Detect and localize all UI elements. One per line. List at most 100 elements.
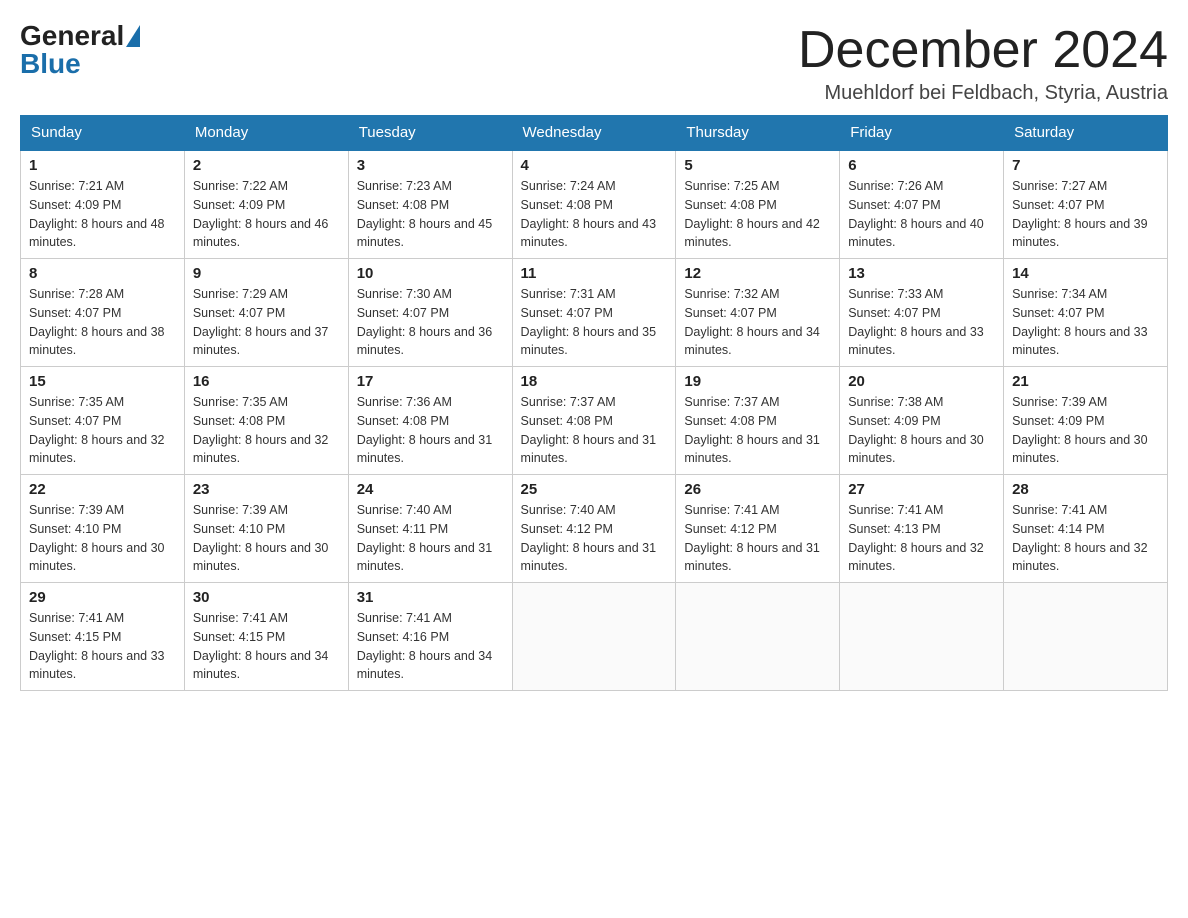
weekday-header-sunday: Sunday	[21, 116, 185, 151]
day-info: Sunrise: 7:31 AMSunset: 4:07 PMDaylight:…	[521, 285, 668, 360]
day-info: Sunrise: 7:41 AMSunset: 4:12 PMDaylight:…	[684, 501, 831, 576]
day-number: 10	[357, 265, 504, 282]
calendar-week-row: 1Sunrise: 7:21 AMSunset: 4:09 PMDaylight…	[21, 150, 1168, 259]
logo-triangle-icon	[126, 25, 140, 47]
calendar-week-row: 15 Sunrise: 7:35 AMSunset: 4:07 PMDayligh…	[21, 367, 1168, 475]
day-number: 21	[1012, 373, 1159, 390]
calendar-day-cell: 15 Sunrise: 7:35 AMSunset: 4:07 PMDayligh…	[21, 367, 185, 475]
weekday-header-thursday: Thursday	[676, 116, 840, 151]
day-info: Sunrise: 7:28 AMSunset: 4:07 PMDaylight:…	[29, 285, 176, 360]
day-info: Sunrise: 7:37 AMSunset: 4:08 PMDaylight:…	[521, 393, 668, 468]
calendar-day-cell: 18 Sunrise: 7:37 AMSunset: 4:08 PMDayligh…	[512, 367, 676, 475]
calendar-day-cell: 13 Sunrise: 7:33 AMSunset: 4:07 PMDayligh…	[840, 259, 1004, 367]
day-number: 8	[29, 265, 176, 282]
calendar-day-cell: 29Sunrise: 7:41 AMSunset: 4:15 PMDayligh…	[21, 583, 185, 691]
day-info: Sunrise: 7:26 AMSunset: 4:07 PMDaylight:…	[848, 177, 995, 252]
calendar-day-cell: 3 Sunrise: 7:23 AMSunset: 4:08 PMDaylight…	[348, 150, 512, 259]
calendar-day-cell: 9 Sunrise: 7:29 AMSunset: 4:07 PMDaylight…	[184, 259, 348, 367]
day-info: Sunrise: 7:32 AMSunset: 4:07 PMDaylight:…	[684, 285, 831, 360]
day-number: 3	[357, 157, 504, 174]
day-number: 17	[357, 373, 504, 390]
day-info: Sunrise: 7:23 AMSunset: 4:08 PMDaylight:…	[357, 177, 504, 252]
calendar-day-cell: 31 Sunrise: 7:41 AMSunset: 4:16 PMDayligh…	[348, 583, 512, 691]
calendar-week-row: 29Sunrise: 7:41 AMSunset: 4:15 PMDayligh…	[21, 583, 1168, 691]
weekday-header-monday: Monday	[184, 116, 348, 151]
weekday-header-saturday: Saturday	[1004, 116, 1168, 151]
calendar-day-cell: 10 Sunrise: 7:30 AMSunset: 4:07 PMDayligh…	[348, 259, 512, 367]
calendar-day-cell: 19 Sunrise: 7:37 AMSunset: 4:08 PMDayligh…	[676, 367, 840, 475]
day-info: Sunrise: 7:25 AMSunset: 4:08 PMDaylight:…	[684, 177, 831, 252]
calendar-day-cell: 20 Sunrise: 7:38 AMSunset: 4:09 PMDayligh…	[840, 367, 1004, 475]
calendar-day-cell: 25 Sunrise: 7:40 AMSunset: 4:12 PMDayligh…	[512, 475, 676, 583]
day-info: Sunrise: 7:39 AMSunset: 4:09 PMDaylight:…	[1012, 393, 1159, 468]
calendar-week-row: 22 Sunrise: 7:39 AMSunset: 4:10 PMDayligh…	[21, 475, 1168, 583]
day-info: Sunrise: 7:41 AMSunset: 4:14 PMDaylight:…	[1012, 501, 1159, 576]
location-subtitle: Muehldorf bei Feldbach, Styria, Austria	[798, 82, 1168, 105]
day-info: Sunrise: 7:35 AMSunset: 4:08 PMDaylight:…	[193, 393, 340, 468]
day-info: Sunrise: 7:29 AMSunset: 4:07 PMDaylight:…	[193, 285, 340, 360]
calendar-day-cell: 7Sunrise: 7:27 AMSunset: 4:07 PMDaylight…	[1004, 150, 1168, 259]
day-info: Sunrise: 7:36 AMSunset: 4:08 PMDaylight:…	[357, 393, 504, 468]
day-number: 24	[357, 481, 504, 498]
weekday-header-tuesday: Tuesday	[348, 116, 512, 151]
day-info: Sunrise: 7:40 AMSunset: 4:12 PMDaylight:…	[521, 501, 668, 576]
calendar-day-cell: 11 Sunrise: 7:31 AMSunset: 4:07 PMDayligh…	[512, 259, 676, 367]
day-info: Sunrise: 7:30 AMSunset: 4:07 PMDaylight:…	[357, 285, 504, 360]
day-number: 23	[193, 481, 340, 498]
page-header: General Blue December 2024 Muehldorf bei…	[20, 20, 1168, 105]
day-number: 6	[848, 157, 995, 174]
calendar-day-cell: 4Sunrise: 7:24 AMSunset: 4:08 PMDaylight…	[512, 150, 676, 259]
day-number: 22	[29, 481, 176, 498]
day-number: 25	[521, 481, 668, 498]
day-number: 11	[521, 265, 668, 282]
day-number: 27	[848, 481, 995, 498]
calendar-day-cell	[1004, 583, 1168, 691]
day-number: 7	[1012, 157, 1159, 174]
day-info: Sunrise: 7:37 AMSunset: 4:08 PMDaylight:…	[684, 393, 831, 468]
calendar-week-row: 8 Sunrise: 7:28 AMSunset: 4:07 PMDaylight…	[21, 259, 1168, 367]
day-info: Sunrise: 7:35 AMSunset: 4:07 PMDaylight:…	[29, 393, 176, 468]
calendar-day-cell: 30Sunrise: 7:41 AMSunset: 4:15 PMDayligh…	[184, 583, 348, 691]
day-number: 26	[684, 481, 831, 498]
calendar-day-cell: 23 Sunrise: 7:39 AMSunset: 4:10 PMDayligh…	[184, 475, 348, 583]
calendar-day-cell: 2 Sunrise: 7:22 AMSunset: 4:09 PMDaylight…	[184, 150, 348, 259]
day-number: 13	[848, 265, 995, 282]
weekday-header-friday: Friday	[840, 116, 1004, 151]
day-number: 15	[29, 373, 176, 390]
day-number: 4	[521, 157, 668, 174]
day-info: Sunrise: 7:41 AMSunset: 4:15 PMDaylight:…	[193, 609, 340, 684]
day-number: 1	[29, 157, 176, 174]
day-number: 20	[848, 373, 995, 390]
calendar-day-cell: 28 Sunrise: 7:41 AMSunset: 4:14 PMDayligh…	[1004, 475, 1168, 583]
day-number: 2	[193, 157, 340, 174]
calendar-day-cell: 26 Sunrise: 7:41 AMSunset: 4:12 PMDayligh…	[676, 475, 840, 583]
day-number: 5	[684, 157, 831, 174]
day-info: Sunrise: 7:34 AMSunset: 4:07 PMDaylight:…	[1012, 285, 1159, 360]
day-info: Sunrise: 7:39 AMSunset: 4:10 PMDaylight:…	[193, 501, 340, 576]
day-info: Sunrise: 7:41 AMSunset: 4:13 PMDaylight:…	[848, 501, 995, 576]
day-info: Sunrise: 7:41 AMSunset: 4:16 PMDaylight:…	[357, 609, 504, 684]
day-number: 18	[521, 373, 668, 390]
day-info: Sunrise: 7:22 AMSunset: 4:09 PMDaylight:…	[193, 177, 340, 252]
calendar-day-cell: 1Sunrise: 7:21 AMSunset: 4:09 PMDaylight…	[21, 150, 185, 259]
calendar-day-cell: 24 Sunrise: 7:40 AMSunset: 4:11 PMDayligh…	[348, 475, 512, 583]
calendar-day-cell: 27 Sunrise: 7:41 AMSunset: 4:13 PMDayligh…	[840, 475, 1004, 583]
calendar-day-cell: 6 Sunrise: 7:26 AMSunset: 4:07 PMDaylight…	[840, 150, 1004, 259]
day-info: Sunrise: 7:38 AMSunset: 4:09 PMDaylight:…	[848, 393, 995, 468]
day-number: 14	[1012, 265, 1159, 282]
day-number: 31	[357, 589, 504, 606]
logo-blue-text: Blue	[20, 48, 81, 79]
day-info: Sunrise: 7:40 AMSunset: 4:11 PMDaylight:…	[357, 501, 504, 576]
calendar-day-cell: 22Sunrise: 7:39 AMSunset: 4:10 PMDayligh…	[21, 475, 185, 583]
calendar-day-cell	[512, 583, 676, 691]
day-info: Sunrise: 7:33 AMSunset: 4:07 PMDaylight:…	[848, 285, 995, 360]
day-number: 12	[684, 265, 831, 282]
day-number: 19	[684, 373, 831, 390]
day-number: 9	[193, 265, 340, 282]
calendar-day-cell: 17 Sunrise: 7:36 AMSunset: 4:08 PMDayligh…	[348, 367, 512, 475]
calendar-day-cell: 16Sunrise: 7:35 AMSunset: 4:08 PMDayligh…	[184, 367, 348, 475]
weekday-header-wednesday: Wednesday	[512, 116, 676, 151]
calendar-day-cell: 8 Sunrise: 7:28 AMSunset: 4:07 PMDaylight…	[21, 259, 185, 367]
day-number: 28	[1012, 481, 1159, 498]
calendar-day-cell	[840, 583, 1004, 691]
